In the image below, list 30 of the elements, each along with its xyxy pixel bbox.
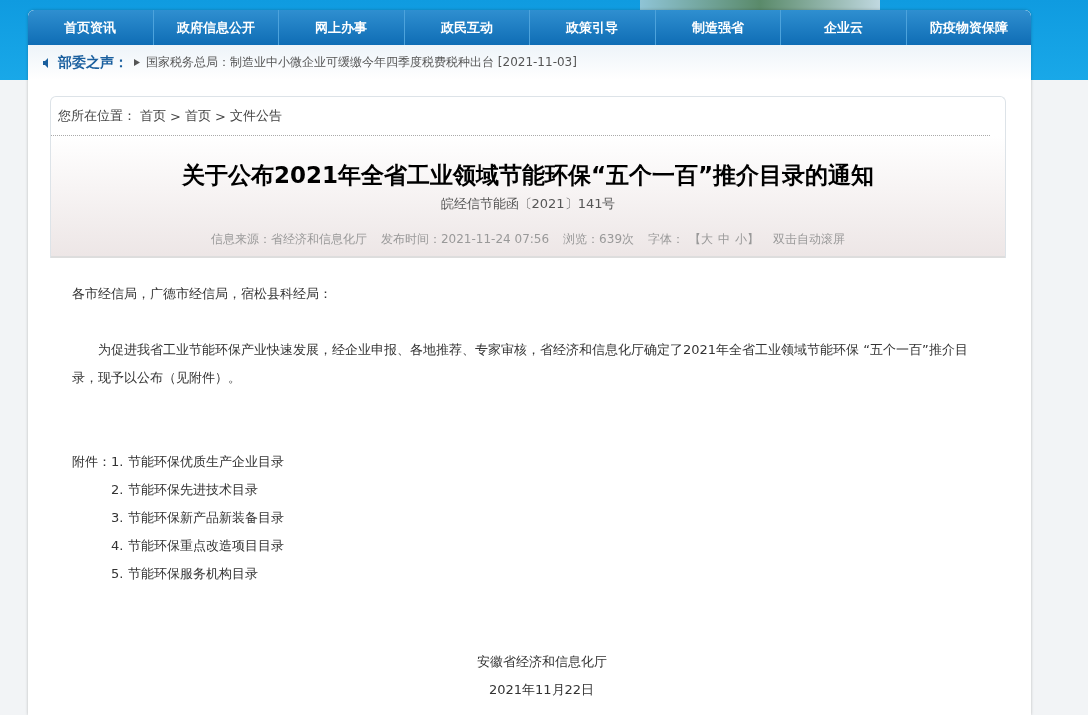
breadcrumb-item[interactable]: >: [170, 108, 181, 124]
breadcrumb-label: 您所在位置：: [58, 107, 136, 125]
document-number: 皖经信节能函〔2021〕141号: [439, 195, 617, 213]
meta-text: 发布时间：2021-11-24 07:56: [380, 231, 550, 248]
breadcrumb-item[interactable]: >: [214, 108, 226, 124]
attachment-item: 4. 节能环保重点改造项目目录: [111, 537, 284, 555]
font-size-link[interactable]: 小】: [735, 231, 759, 248]
font-size-link[interactable]: 【大: [689, 231, 713, 248]
arrow-icon: [134, 59, 140, 66]
signature: 安徽省经济和信息化厅: [476, 654, 607, 669]
autoscroll-text: 双击自动滚屏: [773, 231, 845, 248]
news-link[interactable]: 国家税务总局：制造业中小微企业可缓缴今年四季度税费税种出台 [2021-11-03]: [146, 54, 577, 71]
attachments-label: 附件：: [72, 453, 111, 471]
breadcrumb-item[interactable]: 文件公告: [229, 107, 282, 125]
meta-text: 浏览：639次: [563, 231, 634, 248]
breadcrumb-item[interactable]: 首页: [184, 107, 211, 125]
ticker-label: 部委之声：: [58, 53, 128, 72]
attachment-item: 1. 节能环保优质生产企业目录: [111, 453, 284, 471]
font-size-link[interactable]: 中: [718, 231, 730, 248]
attachment-item: 3. 节能环保新产品新装备目录: [111, 509, 284, 527]
body-paragraph: 为促进我省工业节能环保产业快速发展，经企业申报、各地推荐、专家审核，省经济和信息化厅确定了2021年全省工业领域节能环保 “五个一百”推介目录，现予以公布（见附件）。: [72, 341, 969, 387]
article-title: 关于公布2021年全省工业领域节能环保“五个一百”推介目录的通知: [180, 161, 876, 190]
meta-text: 信息来源：省经济和信息化厅: [210, 231, 367, 248]
nav-item[interactable]: 首页资讯: [28, 10, 153, 45]
attachment-item: 2. 节能环保先进技术目录: [111, 481, 258, 499]
font-size-label: 字体：: [648, 231, 684, 248]
date: 2021年11月22日: [488, 682, 595, 697]
salutation: 各市经信局，广德市经信局，宿松县科经局：: [72, 285, 333, 303]
breadcrumb-item[interactable]: 首页: [140, 107, 166, 125]
attachment-item: 5. 节能环保服务机构目录: [111, 565, 258, 583]
